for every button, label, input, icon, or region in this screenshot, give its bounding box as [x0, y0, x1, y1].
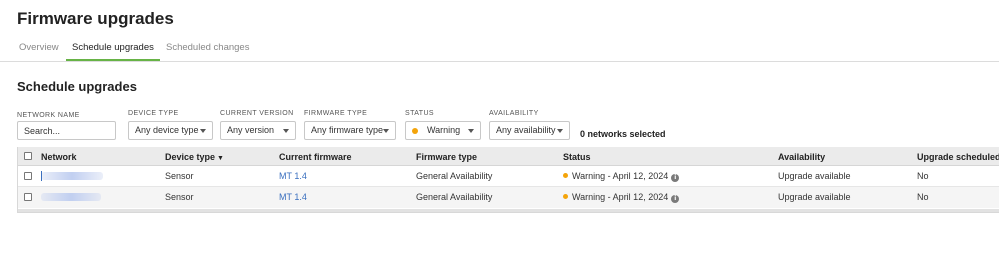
firmware-type-label: FIRMWARE TYPE	[304, 110, 368, 117]
current-version-label: CURRENT VERSION	[220, 110, 294, 117]
device-type-label: DEVICE TYPE	[128, 110, 179, 117]
status-cell: Warning - April 12, 2024 i	[563, 192, 680, 203]
horizontal-scrollbar[interactable]	[18, 209, 999, 212]
column-header-upgrade-scheduled[interactable]: Upgrade scheduled	[917, 152, 999, 162]
table-row[interactable]: Sensor MT 1.4 General Availability Warni…	[18, 166, 999, 187]
chevron-down-icon	[283, 129, 289, 133]
section-title: Schedule upgrades	[17, 79, 137, 94]
availability-select[interactable]: Any availability	[489, 121, 570, 140]
availability-value: Any availability	[496, 125, 556, 135]
info-icon[interactable]: i	[671, 174, 680, 182]
column-header-firmware-type[interactable]: Firmware type	[416, 152, 477, 162]
availability-label: AVAILABILITY	[489, 110, 539, 117]
current-version-value: Any version	[227, 125, 275, 135]
availability-cell: Upgrade available	[778, 192, 851, 202]
status-text: Warning - April 12, 2024	[572, 171, 669, 181]
firmware-type-cell: General Availability	[416, 192, 493, 202]
row-checkbox[interactable]	[24, 172, 32, 180]
current-firmware-link[interactable]: MT 1.4	[279, 192, 307, 202]
network-name-link-redacted[interactable]	[41, 193, 101, 201]
table-row[interactable]: Sensor MT 1.4 General Availability Warni…	[18, 187, 999, 208]
current-version-select[interactable]: Any version	[220, 121, 296, 140]
device-type-select[interactable]: Any device type	[128, 121, 213, 140]
device-type-cell: Sensor	[165, 192, 194, 202]
networks-selected-count: 0 networks selected	[580, 129, 666, 139]
device-type-value: Any device type	[135, 125, 199, 135]
select-all-checkbox[interactable]	[24, 152, 32, 160]
warning-dot-icon	[412, 128, 418, 134]
table-header: Network Device type ▼ Current firmware Fi…	[18, 147, 999, 166]
status-select[interactable]: Warning	[405, 121, 481, 140]
tab-bar: Overview Schedule upgrades Scheduled cha…	[0, 38, 999, 62]
firmware-type-value: Any firmware type	[311, 125, 384, 135]
device-type-cell: Sensor	[165, 171, 194, 181]
column-header-device-type-label: Device type	[165, 152, 216, 162]
column-header-availability[interactable]: Availability	[778, 152, 825, 162]
upgrade-scheduled-cell: No	[917, 171, 929, 181]
upgrade-scheduled-cell: No	[917, 192, 929, 202]
column-header-device-type[interactable]: Device type ▼	[165, 152, 224, 162]
tab-overview[interactable]: Overview	[19, 42, 59, 53]
column-header-current-firmware[interactable]: Current firmware	[279, 152, 352, 162]
networks-table: Network Device type ▼ Current firmware Fi…	[17, 147, 999, 213]
column-header-status[interactable]: Status	[563, 152, 591, 162]
tab-schedule-upgrades[interactable]: Schedule upgrades	[72, 42, 154, 53]
text-cursor	[41, 171, 42, 181]
status-text: Warning - April 12, 2024	[572, 192, 669, 202]
network-search-input[interactable]	[17, 121, 116, 140]
chevron-down-icon	[383, 129, 389, 133]
status-label: STATUS	[405, 110, 434, 117]
status-cell: Warning - April 12, 2024 i	[563, 171, 680, 182]
page-title: Firmware upgrades	[17, 9, 174, 28]
firmware-type-cell: General Availability	[416, 171, 493, 181]
active-tab-indicator	[66, 59, 160, 61]
row-checkbox[interactable]	[24, 193, 32, 201]
column-header-network[interactable]: Network	[41, 152, 77, 162]
availability-cell: Upgrade available	[778, 171, 851, 181]
firmware-type-select[interactable]: Any firmware type	[304, 121, 396, 140]
network-name-link-redacted[interactable]	[41, 171, 103, 181]
tab-scheduled-changes[interactable]: Scheduled changes	[166, 42, 249, 53]
current-firmware-link[interactable]: MT 1.4	[279, 171, 307, 181]
sort-desc-icon: ▼	[217, 155, 224, 162]
chevron-down-icon	[557, 129, 563, 133]
chevron-down-icon	[468, 129, 474, 133]
status-value: Warning	[427, 125, 461, 135]
warning-dot-icon	[563, 173, 568, 178]
warning-dot-icon	[563, 194, 568, 199]
network-name-label: NETWORK NAME	[17, 112, 80, 119]
chevron-down-icon	[200, 129, 206, 133]
info-icon[interactable]: i	[671, 195, 680, 203]
